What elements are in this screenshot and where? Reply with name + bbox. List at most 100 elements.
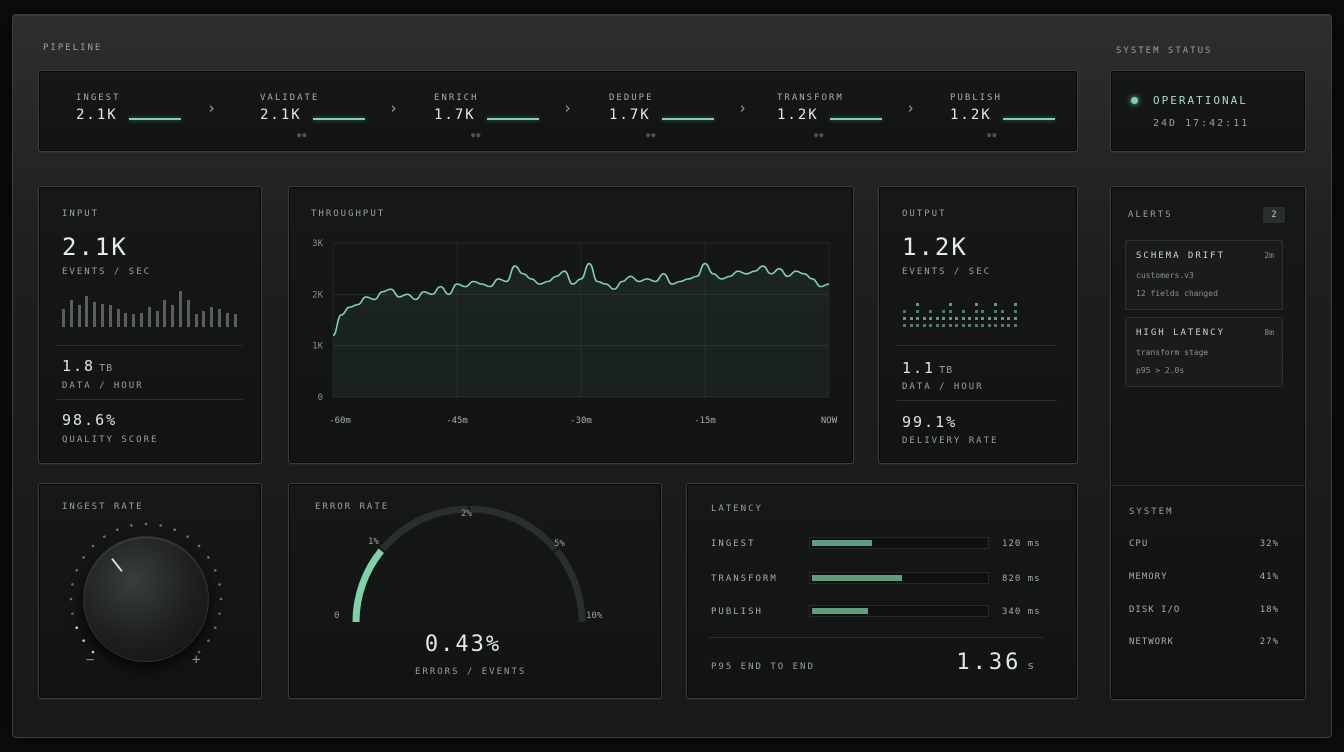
input-bar (132, 314, 136, 327)
latency-row-label: TRANSFORM (711, 574, 778, 584)
input-quality: 98.6% (62, 411, 118, 429)
input-bar (233, 314, 237, 327)
input-quality-label: QUALITY SCORE (62, 435, 159, 445)
pipeline-stage-validate[interactable]: VALIDATE 2.1K ●● (259, 71, 409, 151)
pipeline-panel: INGEST 2.1K › VALIDATE 2.1K ●● › ENRICH 1.7K ●● › D… (38, 70, 1078, 152)
input-bar (147, 307, 151, 327)
stage-dots-icon: ●● (297, 131, 308, 139)
latency-row-value: 820 ms (1002, 574, 1041, 584)
y-tick-label: 1K (312, 342, 323, 352)
error-rate-panel: ERROR RATE 0 1% 2% 5% 10% 0.43% ERRORS /… (288, 483, 662, 699)
output-dot (974, 303, 978, 306)
knob-tick (173, 528, 177, 532)
output-rate: 1.2K (902, 233, 968, 261)
output-dot (974, 317, 978, 320)
stage-dots-icon: ●● (646, 131, 657, 139)
x-tick-label: -45m (446, 416, 468, 426)
input-bar (179, 291, 182, 327)
alert-age: 2m (1264, 251, 1274, 260)
input-bar (218, 309, 221, 327)
stage-flow-line (487, 118, 539, 120)
stage-value: 1.7K (609, 107, 651, 123)
knob-tick (197, 544, 201, 548)
p95-value: 1.36 s (956, 650, 1037, 675)
ingest-rate-knob[interactable] (83, 536, 209, 662)
stage-flow-line (830, 118, 882, 120)
stage-value: 1.7K (434, 107, 476, 123)
chevron-right-icon: › (563, 99, 573, 117)
output-dot (948, 310, 952, 313)
y-tick-label: 2K (312, 290, 323, 300)
output-divider (897, 345, 1057, 346)
knob-minus-icon[interactable]: − (86, 652, 94, 668)
error-rate-label: ERRORS / EVENTS (415, 667, 527, 677)
input-title: INPUT (62, 209, 100, 219)
alerts-system-panel: ALERTS 2 SCHEMA DRIFT 2m customers.v3 12… (1110, 186, 1306, 700)
throughput-panel: THROUGHPUT 0 1K 2K 3K -60m -45m -30m -15m NOW (288, 186, 854, 464)
throughput-area (333, 263, 829, 397)
alert-card[interactable]: SCHEMA DRIFT 2m customers.v3 12 fields c… (1125, 240, 1283, 310)
output-dot (948, 317, 952, 320)
p95-unit: s (1027, 659, 1037, 672)
stage-name: DEDUPE (609, 93, 654, 103)
stage-flow-line (1003, 118, 1055, 120)
pipeline-stage-transform[interactable]: TRANSFORM 1.2K ●● (776, 71, 926, 151)
output-dot (1013, 310, 1017, 313)
knob-plus-icon[interactable]: + (192, 652, 200, 668)
gauge-label-1: 1% (368, 537, 379, 547)
output-dot (994, 303, 997, 306)
input-data-label: DATA / HOUR (62, 381, 144, 391)
input-bar (62, 309, 65, 327)
output-dot (942, 317, 945, 320)
input-data-unit: TB (99, 363, 114, 374)
output-dot (981, 310, 984, 313)
alert-detail: transform stage (1136, 348, 1209, 357)
system-status-title: SYSTEM STATUS (1116, 46, 1213, 56)
output-rate-label: EVENTS / SEC (902, 267, 992, 277)
output-dot (968, 317, 971, 320)
gauge-label-3: 5% (554, 539, 565, 549)
error-rate-value: 0.43% (424, 632, 502, 657)
y-tick-label: 0 (318, 393, 323, 403)
knob-tick (71, 583, 74, 586)
y-tick-label: 3K (312, 239, 323, 249)
chevron-right-icon: › (389, 99, 399, 117)
input-divider (57, 345, 243, 346)
stage-dots-icon: ●● (471, 131, 482, 139)
input-bar (202, 311, 206, 327)
output-dot (968, 324, 971, 327)
pipeline-stage-enrich[interactable]: ENRICH 1.7K ●● (433, 71, 583, 151)
output-delivery: 99.1% (902, 413, 958, 431)
ingest-rate-panel: INGEST RATE − + (38, 483, 262, 699)
knob-tick (207, 556, 210, 559)
knob-tick (213, 568, 217, 572)
pipeline-stage-dedupe[interactable]: DEDUPE 1.7K ●● (608, 71, 758, 151)
output-dot (955, 317, 958, 320)
input-bar (186, 300, 190, 327)
chevron-right-icon: › (738, 99, 748, 117)
output-dot (987, 317, 991, 320)
latency-bar-fill (812, 608, 868, 614)
latency-title: LATENCY (711, 504, 763, 514)
status-timestamp: 24D 17:42:11 (1153, 118, 1250, 129)
latency-bar-track (809, 537, 989, 549)
input-bar (116, 309, 120, 327)
system-row-value: 41% (1259, 572, 1279, 582)
stage-name: ENRICH (434, 93, 479, 103)
alert-detail: customers.v3 (1136, 271, 1194, 280)
knob-tick (207, 639, 210, 642)
output-data-label: DATA / HOUR (902, 382, 984, 392)
system-row-label: MEMORY (1129, 572, 1168, 582)
pipeline-stage-ingest[interactable]: INGEST 2.1K (75, 71, 225, 151)
output-dot (935, 317, 939, 320)
stage-name: PUBLISH (950, 93, 1002, 103)
latency-row-value: 340 ms (1002, 607, 1041, 617)
pipeline-stage-publish[interactable]: PUBLISH 1.2K ●● (949, 71, 1099, 151)
alert-card[interactable]: HIGH LATENCY 8m transform stage p95 > 2.… (1125, 317, 1283, 387)
output-dot (961, 310, 965, 313)
input-bar (101, 304, 104, 327)
knob-tick (82, 556, 85, 559)
output-dot (916, 310, 919, 313)
output-dot (1007, 317, 1010, 320)
knob-tick (159, 524, 162, 527)
